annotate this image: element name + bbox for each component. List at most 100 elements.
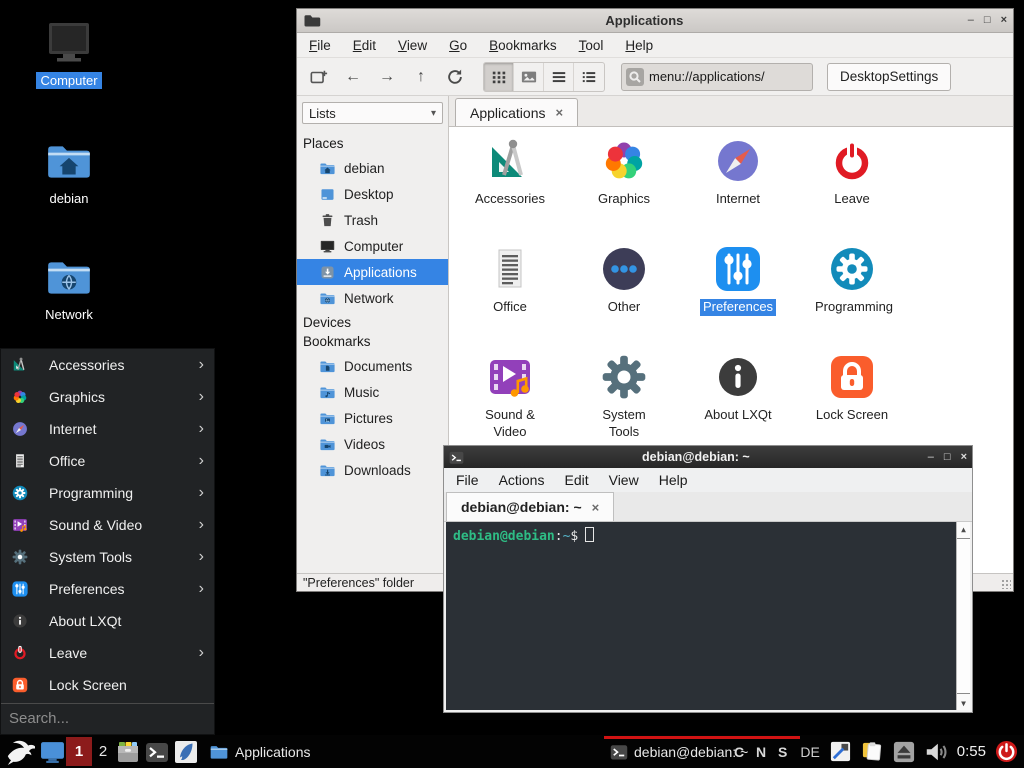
scrollbar-thumb[interactable] bbox=[957, 538, 970, 694]
task-button-applications[interactable]: Applications bbox=[203, 735, 401, 768]
tab-close-icon[interactable]: × bbox=[592, 500, 600, 515]
scroll-down-icon[interactable]: ▼ bbox=[957, 696, 970, 710]
menu-view[interactable]: View bbox=[398, 38, 427, 53]
terminal-titlebar[interactable]: debian@debian: ~ – □ × bbox=[444, 446, 972, 468]
menu-item-system-tools[interactable]: System Tools› bbox=[1, 541, 214, 573]
compact-view-button[interactable] bbox=[574, 63, 604, 91]
menu-item-internet[interactable]: Internet› bbox=[1, 413, 214, 445]
maximize-button[interactable]: □ bbox=[984, 15, 991, 26]
menu-item-leave[interactable]: Leave› bbox=[1, 637, 214, 669]
back-button[interactable]: ← bbox=[339, 63, 367, 91]
address-input[interactable] bbox=[649, 69, 799, 84]
menu-item-graphics[interactable]: Graphics› bbox=[1, 381, 214, 413]
menu-help[interactable]: Help bbox=[659, 472, 688, 488]
sidebar-item-desktop[interactable]: Desktop bbox=[297, 181, 448, 207]
app-category-internet[interactable]: Internet bbox=[681, 135, 795, 243]
menu-item-lock-screen[interactable]: Lock Screen bbox=[1, 669, 214, 701]
sidebar-item-computer[interactable]: Computer bbox=[297, 233, 448, 259]
file-manager-titlebar[interactable]: Applications – □ × bbox=[297, 9, 1013, 33]
menu-tool[interactable]: Tool bbox=[579, 38, 604, 53]
sidebar-item-downloads[interactable]: Downloads bbox=[297, 457, 448, 483]
menu-help[interactable]: Help bbox=[625, 38, 653, 53]
sidebar-item-applications[interactable]: Applications bbox=[297, 259, 448, 285]
tab-applications[interactable]: Applications × bbox=[455, 98, 578, 126]
terminal-tab[interactable]: debian@debian: ~ × bbox=[446, 492, 614, 521]
app-category-office[interactable]: Office bbox=[453, 243, 567, 351]
menu-go[interactable]: Go bbox=[449, 38, 467, 53]
detailed-list-view-button[interactable] bbox=[544, 63, 574, 91]
clipboard-tray-button[interactable] bbox=[861, 740, 884, 763]
thumbnail-view-button[interactable] bbox=[514, 63, 544, 91]
workspace-1-button[interactable]: 1 bbox=[66, 735, 92, 768]
app-category-sound-video[interactable]: Sound & Video bbox=[453, 351, 567, 459]
app-category-lock-screen[interactable]: Lock Screen bbox=[795, 351, 909, 459]
removable-media-button[interactable] bbox=[893, 741, 915, 763]
sidebar-item-videos[interactable]: Videos bbox=[297, 431, 448, 457]
quicklaunch-featherpad[interactable] bbox=[174, 735, 198, 768]
app-category-accessories[interactable]: Accessories bbox=[453, 135, 567, 243]
leave-button[interactable] bbox=[995, 740, 1018, 763]
app-category-graphics[interactable]: Graphics bbox=[567, 135, 681, 243]
menu-actions[interactable]: Actions bbox=[499, 472, 545, 488]
menu-file[interactable]: File bbox=[456, 472, 479, 488]
app-category-system-tools[interactable]: System Tools bbox=[567, 351, 681, 459]
sidebar-item-label: Computer bbox=[344, 239, 403, 254]
menu-item-programming[interactable]: Programming› bbox=[1, 477, 214, 509]
tab-close-icon[interactable]: × bbox=[556, 105, 564, 120]
sidebar-item-pictures[interactable]: Pictures bbox=[297, 405, 448, 431]
minimize-button[interactable]: – bbox=[928, 452, 934, 463]
app-category-programming[interactable]: Programming bbox=[795, 243, 909, 351]
reload-button[interactable] bbox=[441, 63, 469, 91]
sidebar-item-trash[interactable]: Trash bbox=[297, 207, 448, 233]
sidebar-mode-selector[interactable]: Lists ▾ bbox=[302, 102, 443, 124]
terminal-scrollbar[interactable]: ▲ ▼ bbox=[956, 522, 970, 710]
resize-grip[interactable] bbox=[1001, 579, 1011, 589]
show-desktop-button[interactable] bbox=[40, 735, 65, 768]
up-button[interactable]: ↑ bbox=[407, 63, 435, 91]
desktop-icon-computer[interactable]: Computer bbox=[14, 20, 124, 89]
desktop-icon-debian[interactable]: debian bbox=[14, 136, 124, 207]
menu-item-about-lxqt[interactable]: About LXQt bbox=[1, 605, 214, 637]
icon-view-button[interactable] bbox=[484, 63, 514, 91]
app-category-other[interactable]: Other bbox=[567, 243, 681, 351]
sidebar-item-label: Applications bbox=[344, 265, 417, 280]
terminal-screen[interactable]: debian@debian:~$ ▲ ▼ bbox=[444, 522, 972, 712]
close-button[interactable]: × bbox=[1001, 15, 1007, 26]
desktop-settings-button[interactable]: DesktopSettings bbox=[827, 63, 951, 91]
volume-button[interactable] bbox=[924, 740, 948, 764]
menu-edit[interactable]: Edit bbox=[564, 472, 588, 488]
menu-view[interactable]: View bbox=[609, 472, 639, 488]
new-tab-button[interactable] bbox=[305, 63, 333, 91]
scroll-up-icon[interactable]: ▲ bbox=[957, 522, 970, 536]
submenu-arrow-icon: › bbox=[199, 645, 204, 661]
app-category-about-lxqt[interactable]: About LXQt bbox=[681, 351, 795, 459]
sidebar-item-documents[interactable]: Documents bbox=[297, 353, 448, 379]
menu-item-accessories[interactable]: Accessories› bbox=[1, 349, 214, 381]
accessories-icon bbox=[484, 135, 536, 187]
quicklaunch-terminal[interactable] bbox=[145, 735, 169, 768]
menu-item-sound-video[interactable]: Sound & Video› bbox=[1, 509, 214, 541]
main-menu-button[interactable] bbox=[5, 735, 35, 768]
screenshot-tray-button[interactable] bbox=[829, 740, 852, 763]
menu-item-office[interactable]: Office› bbox=[1, 445, 214, 477]
forward-button[interactable]: → bbox=[373, 63, 401, 91]
clock[interactable]: 0:55 bbox=[957, 743, 986, 760]
desktop-icon-network[interactable]: Network bbox=[14, 252, 124, 323]
workspace-2-button[interactable]: 2 bbox=[92, 735, 114, 768]
keyboard-layout-indicator[interactable]: DE bbox=[800, 744, 819, 760]
sidebar-item-music[interactable]: Music bbox=[297, 379, 448, 405]
menu-item-preferences[interactable]: Preferences› bbox=[1, 573, 214, 605]
minimize-button[interactable]: – bbox=[968, 15, 974, 26]
sidebar-item-network[interactable]: Network bbox=[297, 285, 448, 311]
sidebar-item-debian[interactable]: debian bbox=[297, 155, 448, 181]
menu-file[interactable]: File bbox=[309, 38, 331, 53]
app-category-preferences[interactable]: Preferences bbox=[681, 243, 795, 351]
quicklaunch-file-manager[interactable] bbox=[116, 735, 140, 768]
menu-edit[interactable]: Edit bbox=[353, 38, 376, 53]
maximize-button[interactable]: □ bbox=[944, 452, 951, 463]
close-button[interactable]: × bbox=[961, 452, 967, 463]
app-category-leave[interactable]: Leave bbox=[795, 135, 909, 243]
menu-search-input[interactable] bbox=[1, 704, 214, 733]
address-bar[interactable] bbox=[621, 63, 813, 91]
menu-bookmarks[interactable]: Bookmarks bbox=[489, 38, 557, 53]
